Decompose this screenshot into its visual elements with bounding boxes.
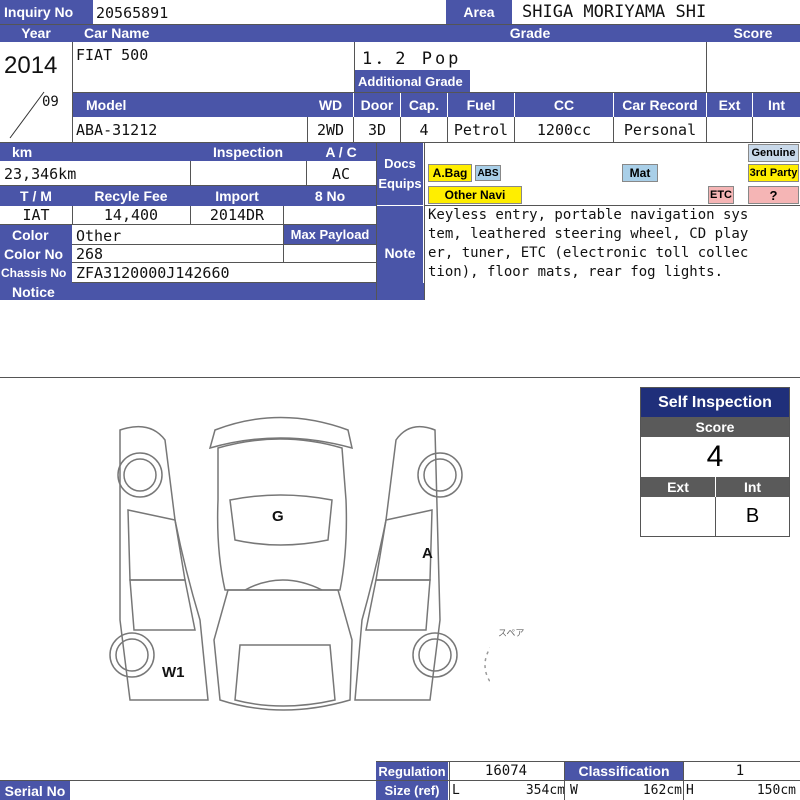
w-label: W bbox=[570, 783, 578, 798]
genuine-badge: Genuine bbox=[748, 144, 799, 162]
eightno-label: 8 No bbox=[284, 186, 376, 206]
eightno-value bbox=[284, 206, 376, 224]
int-value bbox=[753, 119, 800, 141]
year-label: Year bbox=[0, 24, 72, 42]
score-label: Score bbox=[706, 24, 800, 42]
cap-label: Cap. bbox=[401, 93, 447, 117]
inquiry-label: Inquiry No bbox=[0, 0, 93, 24]
cc-label: CC bbox=[515, 93, 613, 117]
self-inspection-score-label: Score bbox=[641, 417, 789, 437]
tm-value: IAT bbox=[22, 206, 50, 224]
colorno-label: Color No bbox=[0, 245, 72, 263]
l-value: 354cm bbox=[525, 783, 565, 798]
h-label: H bbox=[686, 783, 694, 798]
recycle-label: Recyle Fee bbox=[72, 186, 190, 206]
damage-mark-a: A bbox=[422, 545, 433, 562]
self-inspection-title: Self Inspection bbox=[641, 388, 789, 417]
regulation-label: Regulation bbox=[376, 762, 448, 780]
max-payload-value bbox=[284, 245, 376, 263]
abag-badge: A.Bag bbox=[428, 164, 472, 182]
max-payload-label: Max Payload bbox=[284, 224, 376, 244]
equips-label: Equips bbox=[378, 176, 422, 191]
abs-badge: ABS bbox=[475, 165, 501, 181]
car-name-value: FIAT 500 bbox=[76, 46, 149, 64]
recycle-value: 14,400 bbox=[103, 206, 159, 224]
additional-grade-label: Additional Grade bbox=[354, 70, 470, 92]
etc-badge: ETC bbox=[708, 186, 734, 204]
h-value: 150cm bbox=[756, 783, 796, 798]
self-inspection-int-value: B bbox=[715, 497, 789, 536]
size-label: Size (ref) bbox=[376, 781, 448, 800]
score-value bbox=[706, 44, 800, 92]
colorno-value: 268 bbox=[76, 245, 104, 263]
regulation-value: 16074 bbox=[484, 763, 528, 779]
chassis-label: Chassis No bbox=[0, 263, 72, 283]
area-value: SHIGA MORIYAMA SHI bbox=[522, 2, 707, 22]
month-value: 09 bbox=[42, 94, 59, 110]
damage-mark-w1: W1 bbox=[162, 664, 185, 681]
third-party-badge: 3rd Party bbox=[748, 164, 799, 182]
self-inspection-ext-value bbox=[641, 497, 715, 536]
import-label: Import bbox=[190, 186, 284, 206]
spare-tire-icon bbox=[484, 647, 490, 683]
inspection-value bbox=[190, 163, 306, 185]
l-label: L bbox=[452, 783, 460, 798]
note-line: er, tuner, ETC (electronic toll collec bbox=[428, 245, 749, 261]
model-value: ABA-31212 bbox=[76, 121, 158, 139]
ac-label: A / C bbox=[306, 143, 376, 161]
docs-label: Docs bbox=[384, 156, 416, 171]
car-name-label: Car Name bbox=[72, 24, 354, 42]
other-navi-badge: Other Navi bbox=[428, 186, 522, 204]
int-label: Int bbox=[753, 93, 800, 117]
color-value: Other bbox=[76, 227, 122, 245]
note-label: Note bbox=[377, 206, 423, 300]
door-label: Door bbox=[354, 93, 400, 117]
self-inspection-int-label: Int bbox=[715, 477, 789, 497]
notice-label: Notice bbox=[0, 283, 424, 300]
ext-label: Ext bbox=[707, 93, 752, 117]
ac-value: AC bbox=[331, 165, 351, 183]
car-damage-diagram bbox=[109, 416, 490, 711]
serial-label: Serial No bbox=[0, 781, 70, 800]
wd-label: WD bbox=[308, 93, 353, 117]
import-value: 2014DR bbox=[209, 206, 265, 224]
ext-value bbox=[707, 119, 752, 141]
fuel-value: Petrol bbox=[453, 121, 509, 139]
tm-label: T / M bbox=[0, 186, 72, 206]
self-inspection-ext-label: Ext bbox=[641, 477, 715, 497]
car-record-label: Car Record bbox=[614, 93, 706, 117]
note-text: Keyless entry, portable navigation sys t… bbox=[428, 206, 800, 282]
self-inspection-score-value: 4 bbox=[706, 440, 724, 473]
model-label: Model bbox=[72, 93, 308, 117]
chassis-value: ZFA3120000J142660 bbox=[76, 264, 230, 282]
grade-label: Grade bbox=[354, 24, 706, 42]
question-badge: ? bbox=[748, 186, 799, 204]
mat-badge: Mat bbox=[622, 164, 658, 182]
km-label: km bbox=[0, 143, 190, 161]
additional-grade-value bbox=[474, 70, 704, 92]
fuel-label: Fuel bbox=[448, 93, 514, 117]
wd-value: 2WD bbox=[316, 121, 345, 139]
inspection-label: Inspection bbox=[190, 143, 306, 161]
note-line: Keyless entry, portable navigation sys bbox=[428, 207, 749, 223]
classification-value: 1 bbox=[735, 763, 745, 779]
docs-equips-label: Docs Equips bbox=[377, 143, 423, 205]
note-line: tion), floor mats, rear fog lights. bbox=[428, 264, 724, 280]
cap-value: 4 bbox=[419, 121, 429, 139]
grade-value: 1．2 Pop bbox=[362, 48, 462, 69]
w-value: 162cm bbox=[642, 783, 682, 798]
damage-mark-g: G bbox=[272, 508, 284, 525]
km-value: 23,346km bbox=[4, 165, 77, 183]
color-label: Color bbox=[0, 225, 72, 245]
area-label: Area bbox=[446, 0, 512, 24]
inquiry-value: 20565891 bbox=[96, 4, 169, 22]
self-inspection-panel: Self Inspection Score 4 Ext Int B bbox=[640, 387, 790, 537]
classification-label: Classification bbox=[565, 762, 683, 780]
spare-label: スペア bbox=[498, 628, 525, 638]
door-value: 3D bbox=[367, 121, 387, 139]
cc-value: 1200cc bbox=[536, 121, 592, 139]
note-line: tem, leathered steering wheel, CD play bbox=[428, 226, 749, 242]
car-record-value: Personal bbox=[623, 121, 697, 139]
